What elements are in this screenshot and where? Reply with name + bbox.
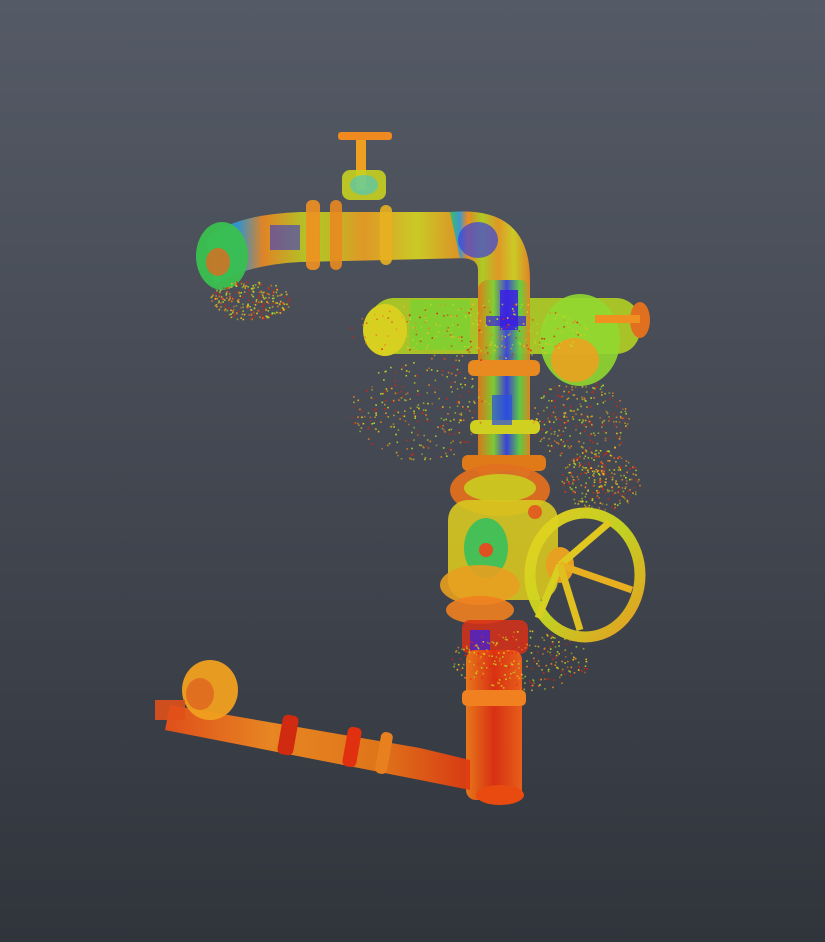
point-cloud-viewport[interactable] bbox=[0, 0, 825, 942]
top-valve-handle bbox=[338, 132, 392, 200]
lower-vertical-pipe bbox=[462, 650, 526, 800]
point-cloud-scene bbox=[155, 132, 650, 805]
gate-valve-body bbox=[440, 464, 558, 654]
top-left-pipe bbox=[196, 200, 470, 290]
